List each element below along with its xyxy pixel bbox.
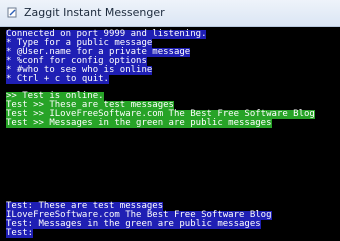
pencil-icon: [7, 7, 17, 18]
messenger-window: Zaggit Instant Messenger Connected on po…: [0, 0, 340, 241]
console-output[interactable]: Connected on port 9999 and listening. * …: [0, 27, 340, 241]
window-title: Zaggit Instant Messenger: [24, 6, 165, 19]
message-input-prompt[interactable]: Test:: [6, 229, 34, 238]
console-header-line: * Ctrl + c to quit.: [6, 74, 109, 84]
public-message-line: Test >> Messages in the green are public…: [6, 118, 272, 128]
chat-history-line: Test: Messages in the green are public m…: [6, 219, 261, 229]
title-bar[interactable]: Zaggit Instant Messenger: [0, 0, 340, 27]
